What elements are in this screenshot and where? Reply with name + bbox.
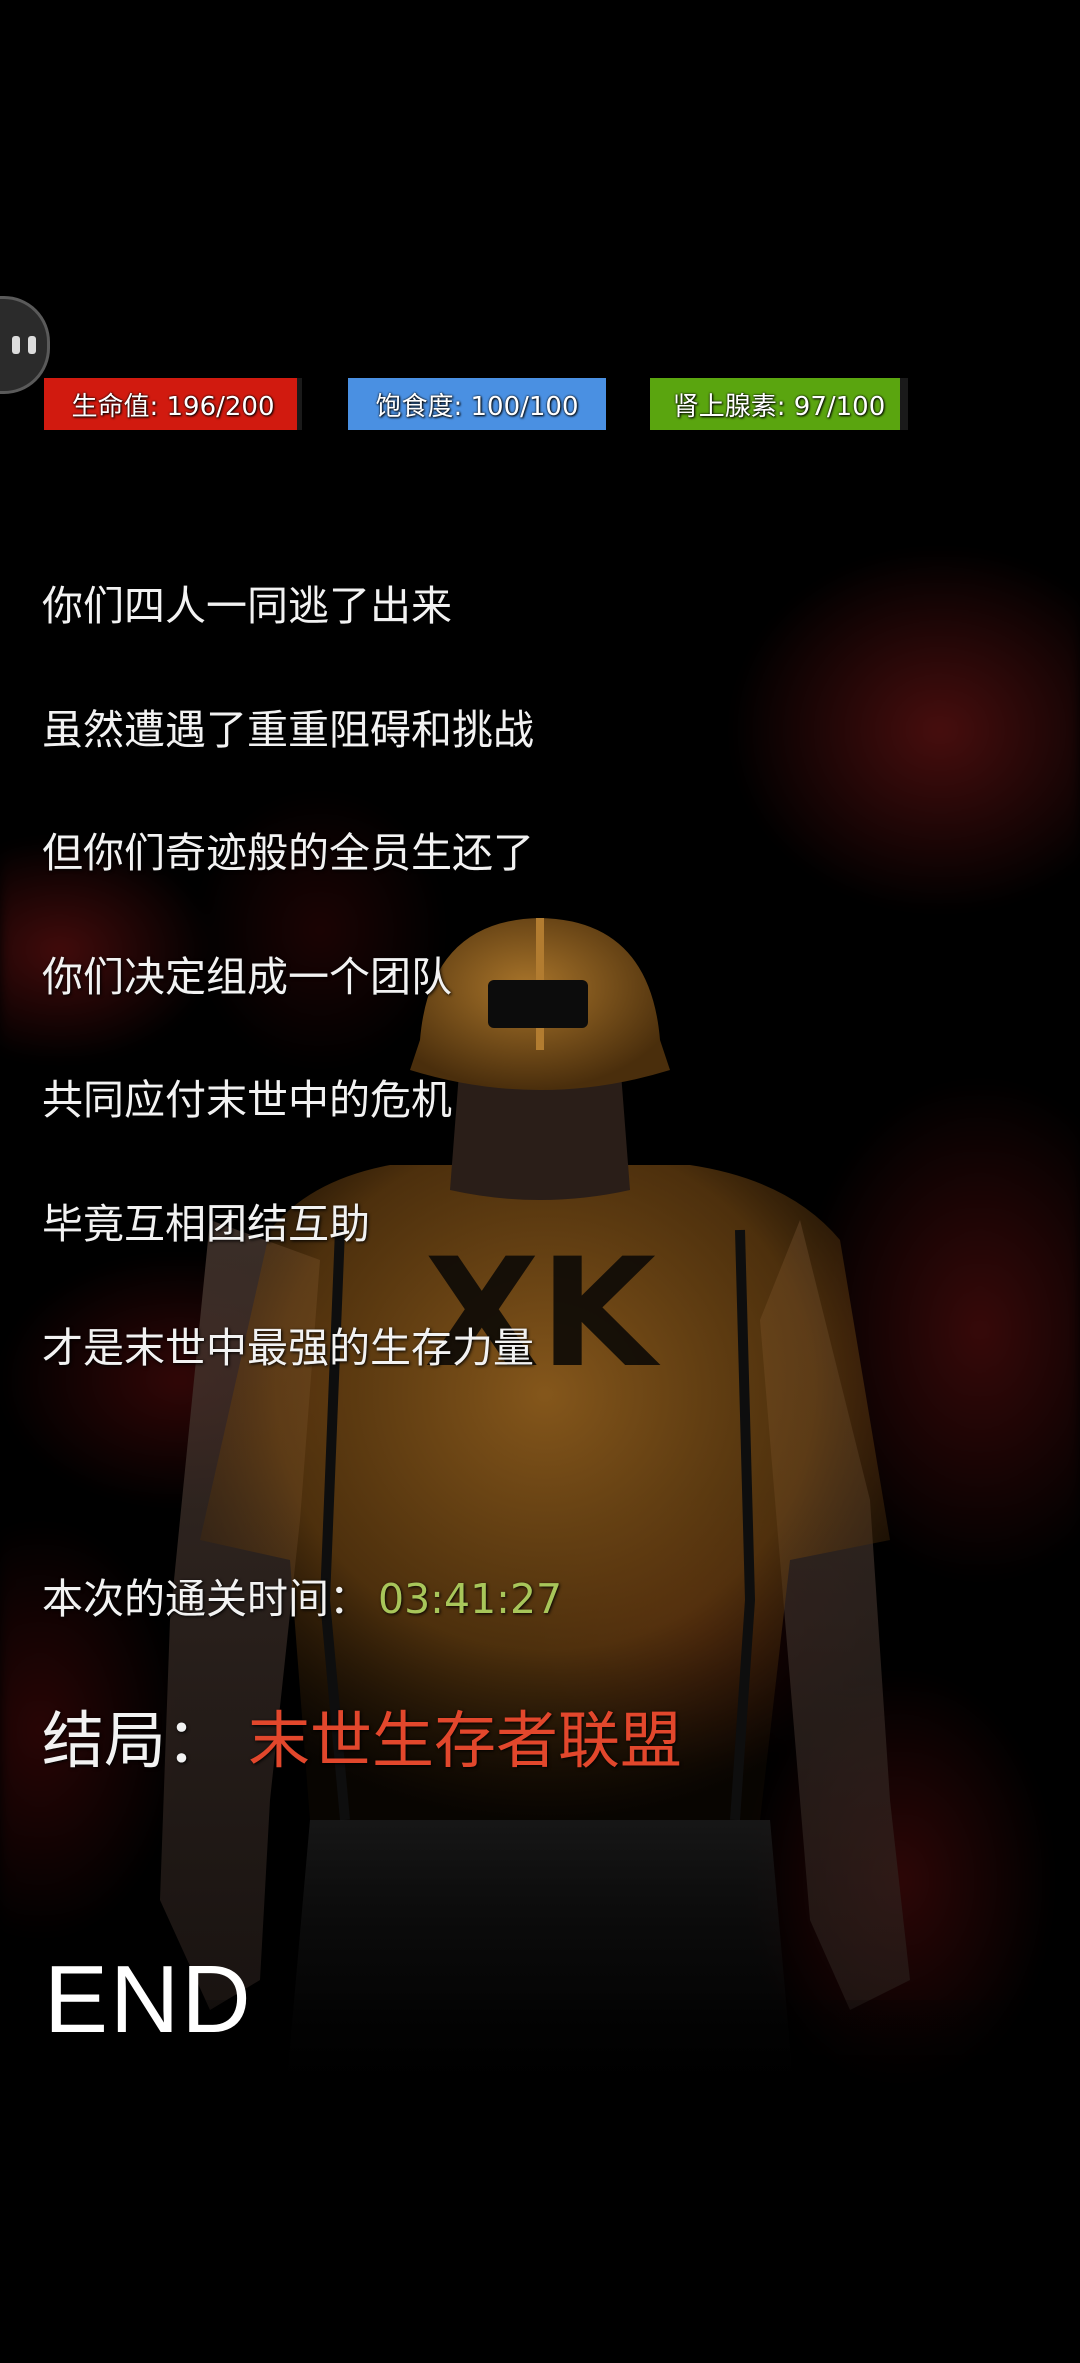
pause-menu-button[interactable] — [0, 296, 50, 394]
face-icon — [12, 336, 36, 354]
story-line: 你们决定组成一个团队 — [42, 953, 452, 1001]
satiety-bar: 饱食度: 100/100 — [348, 378, 606, 430]
clear-time-row: 本次的通关时间： 03:41:27 — [42, 1565, 562, 1625]
ending-label: 结局： — [42, 1704, 229, 1777]
health-bar: 生命值: 196/200 — [44, 378, 302, 430]
health-bar-label: 生命值: 196/200 — [71, 391, 275, 422]
satiety-bar-label: 饱食度: 100/100 — [375, 391, 579, 422]
story-line: 毕竟互相团结互助 — [42, 1200, 370, 1248]
clear-time-value: 03:41:27 — [378, 1575, 563, 1623]
adrenaline-bar: 肾上腺素: 97/100 — [650, 378, 908, 430]
story-line: 你们四人一同逃了出来 — [42, 582, 452, 630]
ending-name: 末世生存者联盟 — [248, 1704, 683, 1777]
story-line: 虽然遭遇了重重阻碍和挑战 — [42, 706, 534, 754]
end-title: END — [44, 1946, 253, 2053]
story-line: 才是末世中最强的生存力量 — [42, 1324, 534, 1372]
hard-hat-plate — [488, 980, 588, 1028]
story-line: 但你们奇迹般的全员生还了 — [42, 829, 534, 877]
game-scene: XK 生命值: 196/200 饱食度: 100/100 肾上腺素: 97/10… — [0, 0, 1080, 2363]
story-line: 共同应付末世中的危机 — [42, 1076, 452, 1124]
adrenaline-bar-label: 肾上腺素: 97/100 — [672, 391, 886, 422]
ending-row: 结局： 末世生存者联盟 — [42, 1690, 682, 1780]
clear-time-label: 本次的通关时间： — [42, 1575, 370, 1623]
